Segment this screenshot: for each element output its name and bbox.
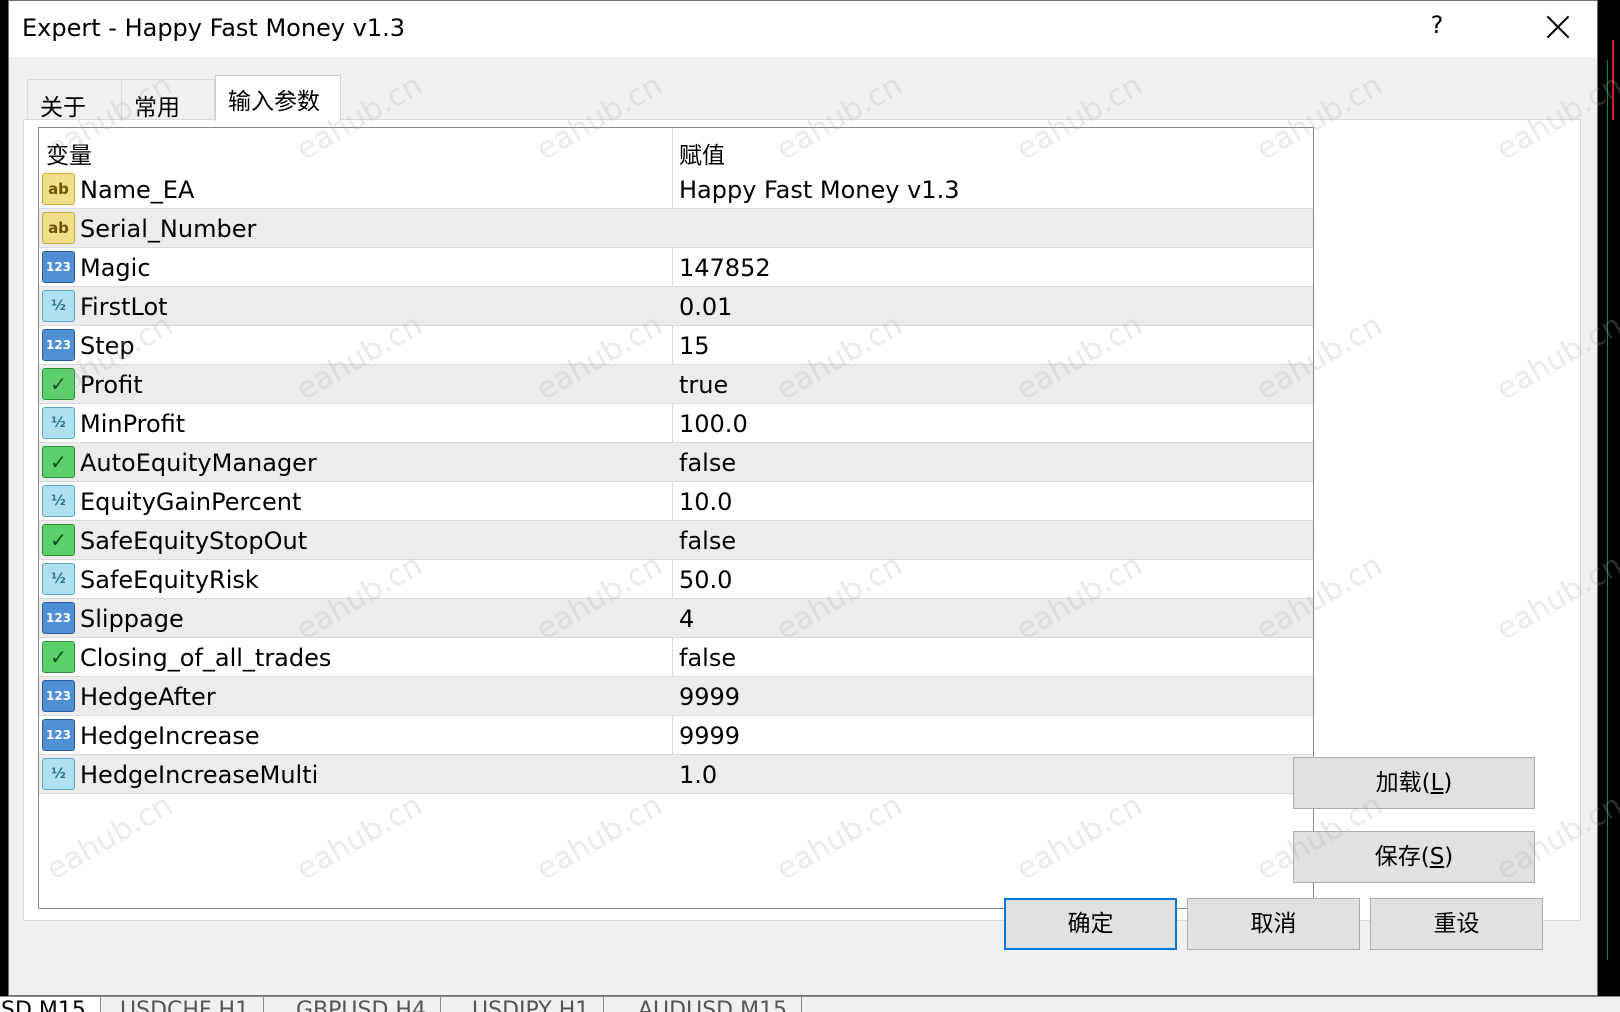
- reset-button[interactable]: 重设: [1370, 898, 1543, 950]
- double-type-icon: ½: [42, 563, 75, 595]
- parameter-name: HedgeIncrease: [80, 722, 260, 750]
- parameter-name: Profit: [80, 371, 143, 399]
- save-hotkey: S: [1429, 844, 1445, 870]
- integer-type-icon: 123: [42, 602, 75, 634]
- parameter-value[interactable]: false: [679, 527, 736, 555]
- parameter-value[interactable]: 147852: [679, 254, 771, 282]
- parameter-row[interactable]: ✓ SafeEquityStopOut false: [39, 521, 1313, 560]
- integer-type-icon: 123: [42, 329, 75, 361]
- parameter-name: Step: [80, 332, 135, 360]
- save-button[interactable]: 保存(S): [1293, 831, 1535, 883]
- load-label: 加载(: [1375, 770, 1431, 796]
- parameter-name: Magic: [80, 254, 151, 282]
- parameter-row[interactable]: ab Serial_Number: [39, 209, 1313, 248]
- parameter-name: Closing_of_all_trades: [80, 644, 332, 672]
- load-label-end: ): [1443, 770, 1453, 796]
- chart-tab[interactable]: GBPUSD,H4: [282, 997, 441, 1012]
- bool-type-icon: ✓: [42, 524, 75, 556]
- parameter-name: SafeEquityRisk: [80, 566, 259, 594]
- parameter-value[interactable]: 1.0: [679, 761, 717, 789]
- help-button[interactable]: ?: [1421, 11, 1453, 39]
- tab-inputs[interactable]: 输入参数: [215, 75, 341, 121]
- title-bar: Expert - Happy Fast Money v1.3 ?: [9, 1, 1597, 57]
- parameter-row[interactable]: ½ FirstLot 0.01: [39, 287, 1313, 326]
- parameter-value[interactable]: 9999: [679, 683, 740, 711]
- parameter-row[interactable]: 123 HedgeIncrease 9999: [39, 716, 1313, 755]
- column-header-value[interactable]: 赋值: [679, 136, 725, 170]
- load-button[interactable]: 加载(L): [1293, 757, 1535, 809]
- parameter-row[interactable]: ✓ AutoEquityManager false: [39, 443, 1313, 482]
- parameter-name: AutoEquityManager: [80, 449, 317, 477]
- expert-properties-dialog: Expert - Happy Fast Money v1.3 ? 关于 常用 输…: [8, 0, 1598, 996]
- parameter-row[interactable]: ✓ Closing_of_all_trades false: [39, 638, 1313, 677]
- parameter-value[interactable]: 0.01: [679, 293, 732, 321]
- parameter-rows: ab Name_EA Happy Fast Money v1.3 ab Serial_N…: [39, 170, 1313, 794]
- bool-type-icon: ✓: [42, 368, 75, 400]
- parameter-name: SafeEquityStopOut: [80, 527, 308, 555]
- parameter-value[interactable]: 4: [679, 605, 694, 633]
- parameter-row[interactable]: ½ EquityGainPercent 10.0: [39, 482, 1313, 521]
- parameter-row[interactable]: 123 Step 15: [39, 326, 1313, 365]
- parameter-value[interactable]: Happy Fast Money v1.3: [679, 176, 959, 204]
- parameter-row[interactable]: ½ HedgeIncreaseMulti 1.0: [39, 755, 1313, 794]
- parameter-row[interactable]: ✓ Profit true: [39, 365, 1313, 404]
- save-label-end: ): [1444, 844, 1454, 870]
- double-type-icon: ½: [42, 407, 75, 439]
- chart-background-left: [0, 0, 8, 1012]
- double-type-icon: ½: [42, 485, 75, 517]
- chart-tab[interactable]: USDJPY,H1: [458, 997, 605, 1012]
- parameter-name: FirstLot: [80, 293, 168, 321]
- parameter-value[interactable]: 9999: [679, 722, 740, 750]
- chart-background-right: [1598, 0, 1620, 1012]
- chart-line: [1607, 60, 1608, 960]
- parameter-name: Name_EA: [80, 176, 195, 204]
- parameter-row[interactable]: ½ SafeEquityRisk 50.0: [39, 560, 1313, 599]
- integer-type-icon: 123: [42, 251, 75, 283]
- double-type-icon: ½: [42, 758, 75, 790]
- ok-button[interactable]: 确定: [1004, 898, 1177, 950]
- parameter-value[interactable]: 15: [679, 332, 710, 360]
- double-type-icon: ½: [42, 290, 75, 322]
- parameter-row[interactable]: ½ MinProfit 100.0: [39, 404, 1313, 443]
- parameter-row[interactable]: 123 Slippage 4: [39, 599, 1313, 638]
- chart-tab[interactable]: USDCHF,H1: [106, 997, 265, 1012]
- parameter-value[interactable]: 100.0: [679, 410, 748, 438]
- parameter-row[interactable]: 123 HedgeAfter 9999: [39, 677, 1313, 716]
- parameter-value[interactable]: false: [679, 644, 736, 672]
- window-title: Expert - Happy Fast Money v1.3: [22, 14, 406, 42]
- tab-common[interactable]: 常用: [121, 79, 215, 121]
- parameter-value[interactable]: 10.0: [679, 488, 732, 516]
- parameter-value[interactable]: false: [679, 449, 736, 477]
- close-button[interactable]: [1541, 9, 1577, 45]
- chart-tab[interactable]: SD,M15: [0, 997, 101, 1012]
- grid-header: 变量 赋值: [39, 128, 1313, 170]
- bool-type-icon: ✓: [42, 446, 75, 478]
- parameter-value[interactable]: 50.0: [679, 566, 732, 594]
- integer-type-icon: 123: [42, 680, 75, 712]
- parameter-row[interactable]: ab Name_EA Happy Fast Money v1.3: [39, 170, 1313, 209]
- cancel-button[interactable]: 取消: [1187, 898, 1360, 950]
- column-header-variable[interactable]: 变量: [46, 136, 92, 170]
- parameter-row[interactable]: 123 Magic 147852: [39, 248, 1313, 287]
- parameter-value[interactable]: true: [679, 371, 728, 399]
- parameter-name: HedgeAfter: [80, 683, 216, 711]
- parameter-name: Serial_Number: [80, 215, 257, 243]
- integer-type-icon: 123: [42, 719, 75, 751]
- parameter-name: EquityGainPercent: [80, 488, 302, 516]
- chart-candle: [1612, 40, 1614, 120]
- chart-tab[interactable]: AUDUSD,M15: [624, 997, 803, 1012]
- string-type-icon: ab: [42, 173, 75, 205]
- chart-tab-strip: SD,M15 USDCHF,H1 GBPUSD,H4 USDJPY,H1 AUD…: [0, 996, 1620, 1012]
- bool-type-icon: ✓: [42, 641, 75, 673]
- tab-about[interactable]: 关于: [27, 79, 122, 121]
- parameter-name: MinProfit: [80, 410, 186, 438]
- save-label: 保存(: [1374, 844, 1430, 870]
- parameter-name: HedgeIncreaseMulti: [80, 761, 319, 789]
- load-hotkey: L: [1430, 770, 1444, 796]
- parameter-name: Slippage: [80, 605, 184, 633]
- string-type-icon: ab: [42, 212, 75, 244]
- parameters-grid: 变量 赋值 ab Name_EA Happy Fast Money v1.3 ab Se…: [38, 127, 1314, 909]
